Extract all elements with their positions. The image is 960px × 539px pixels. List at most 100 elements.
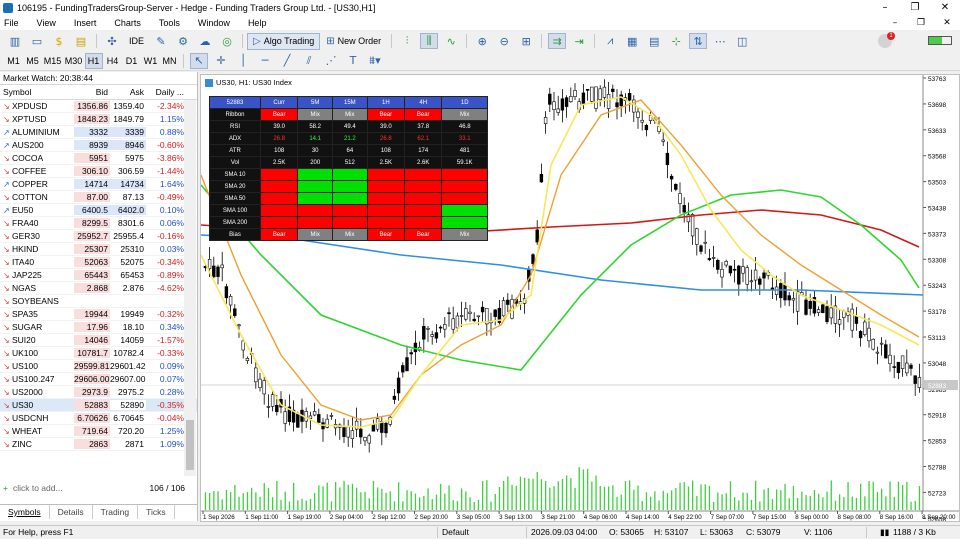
- status-traffic: 1188 / 3 Kb: [893, 527, 936, 537]
- horizontal-line-icon[interactable]: ─: [256, 53, 274, 69]
- market-watch-scrollbar[interactable]: [184, 100, 196, 476]
- menu-view[interactable]: View: [28, 18, 65, 28]
- market-watch-row[interactable]: ↗ EU50 6400.5 6402.0 0.10%: [0, 204, 197, 217]
- strategy-icon[interactable]: ▤: [72, 33, 90, 49]
- timeframe-h4[interactable]: H4: [104, 53, 122, 69]
- market-watch-row[interactable]: ↗ ALUMINIUM 3332 3339 0.88%: [0, 126, 197, 139]
- cursor-icon[interactable]: ↖: [190, 52, 208, 69]
- menu-charts[interactable]: Charts: [105, 18, 150, 28]
- fibonacci-icon[interactable]: ⋰: [322, 53, 340, 69]
- zoom-out-icon[interactable]: ⊖: [495, 33, 513, 49]
- menu-file[interactable]: File: [0, 18, 28, 28]
- timeframe-m5[interactable]: M5: [24, 53, 42, 69]
- market-watch-row[interactable]: ↘ JAP225 65443 65453 -0.89%: [0, 269, 197, 282]
- crosshair-icon[interactable]: ⊹: [667, 33, 685, 49]
- navigator-icon[interactable]: ✣: [103, 33, 121, 49]
- chart-window[interactable]: 53763 53698 53633 53568 53503 53438 53373 53308…: [200, 74, 960, 522]
- chart-shift-icon[interactable]: ⇥: [570, 33, 588, 49]
- new-chart-icon[interactable]: ▥: [6, 33, 24, 49]
- shapes-icon[interactable]: ⩩▾: [366, 53, 384, 69]
- restore-button[interactable]: ❐: [900, 2, 930, 13]
- timeframe-w1[interactable]: W1: [142, 53, 160, 69]
- ide-button[interactable]: IDE: [123, 33, 150, 50]
- market-watch-row[interactable]: ↘ FRA40 8299.5 8301.6 0.06%: [0, 217, 197, 230]
- timeframe-m15[interactable]: M15: [43, 53, 63, 69]
- market-watch-row[interactable]: ↘ UK100 10781.7 10782.4 -0.33%: [0, 347, 197, 360]
- market-watch-row[interactable]: ↘ COTTON 87.00 87.13 -0.49%: [0, 191, 197, 204]
- menu-window[interactable]: Window: [189, 18, 239, 28]
- status-profile[interactable]: Default: [442, 527, 469, 537]
- menu-tools[interactable]: Tools: [150, 18, 189, 28]
- vertical-line-icon[interactable]: │: [234, 53, 252, 69]
- market-watch-row[interactable]: ↘ HKIND 25307 25310 0.03%: [0, 243, 197, 256]
- timeframe-d1[interactable]: D1: [123, 53, 141, 69]
- line-chart-icon[interactable]: ∿: [442, 33, 460, 49]
- market-watch-row[interactable]: ↘ SUGAR 17.96 18.10 0.34%: [0, 321, 197, 334]
- column-daily-change[interactable]: Daily ...: [146, 87, 186, 97]
- script-icon[interactable]: ✎: [152, 33, 170, 49]
- candlestick-icon[interactable]: ⫼: [420, 33, 439, 49]
- column-bid[interactable]: Bid: [74, 87, 110, 97]
- algo-trading-button[interactable]: ▷ Algo Trading: [247, 32, 321, 50]
- one-click-icon[interactable]: ⇅: [689, 33, 708, 49]
- indicators-icon[interactable]: ⩘: [601, 33, 619, 49]
- text-icon[interactable]: T: [344, 53, 362, 69]
- objects-icon[interactable]: ▦: [623, 33, 641, 49]
- tab-ticks[interactable]: Ticks: [138, 505, 175, 519]
- timeframe-m1[interactable]: M1: [5, 53, 23, 69]
- chart-minimize-button[interactable]: –: [882, 18, 908, 28]
- notification-icon[interactable]: 1: [878, 32, 895, 48]
- market-icon[interactable]: $: [50, 33, 68, 49]
- add-symbol-field[interactable]: + click to add...: [0, 483, 150, 493]
- market-watch-row[interactable]: ↘ US2000 2973.9 2975.2 0.28%: [0, 386, 197, 399]
- market-watch-row[interactable]: ↘ US100 29599.81 29601.42 0.09%: [0, 360, 197, 373]
- market-watch-row[interactable]: ↘ XPDUSD 1356.86 1359.40 -2.34%: [0, 100, 197, 113]
- market-watch-row[interactable]: ↘ SPA35 19944 19949 -0.32%: [0, 308, 197, 321]
- chart-close-button[interactable]: ✕: [934, 18, 960, 28]
- chart-restore-button[interactable]: ❐: [908, 18, 934, 28]
- market-watch-row[interactable]: ↘ ZINC 2863 2871 1.09%: [0, 438, 197, 451]
- market-watch-row[interactable]: ↘ WHEAT 719.64 720.20 1.25%: [0, 425, 197, 438]
- market-watch-row[interactable]: ↗ COPPER 14714 14734 1.64%: [0, 178, 197, 191]
- market-watch-row[interactable]: ↘ ITA40 52063 52075 -0.34%: [0, 256, 197, 269]
- market-watch-row[interactable]: ↘ XPTUSD 1848.23 1849.79 1.15%: [0, 113, 197, 126]
- cloud-icon[interactable]: ☁: [196, 33, 214, 49]
- market-watch-row[interactable]: ↘ NGAS 2.868 2.876 -4.62%: [0, 282, 197, 295]
- column-ask[interactable]: Ask: [110, 87, 146, 97]
- timeframe-mn[interactable]: MN: [161, 53, 179, 69]
- auto-scroll-icon[interactable]: ⇉: [548, 33, 567, 49]
- signals-icon[interactable]: ⚙: [174, 33, 192, 49]
- market-watch-row[interactable]: ↘ US100.247 29606.00 29607.00 0.07%: [0, 373, 197, 386]
- tile-windows-icon[interactable]: ⊞: [517, 33, 535, 49]
- market-watch-row[interactable]: ↘ US30 52883 52890 -0.35%: [0, 399, 197, 412]
- market-watch-row[interactable]: ↘ COCOA 5951 5975 -3.86%: [0, 152, 197, 165]
- bar-chart-icon[interactable]: ⫶: [398, 33, 416, 49]
- market-watch-row[interactable]: ↘ USDCNH 6.70626 6.70645 -0.04%: [0, 412, 197, 425]
- crosshair-tool-icon[interactable]: ✛: [212, 53, 230, 69]
- timeframe-h1[interactable]: H1: [84, 52, 103, 69]
- market-watch-row[interactable]: ↘ SUI20 14046 14059 -1.57%: [0, 334, 197, 347]
- new-order-button[interactable]: ⊞ New Order: [320, 33, 387, 50]
- channel-icon[interactable]: ⫽: [300, 53, 318, 69]
- trendline-icon[interactable]: ╱: [278, 53, 296, 69]
- tab-symbols[interactable]: Symbols: [0, 505, 50, 519]
- depth-icon[interactable]: ⋯: [711, 33, 729, 49]
- column-symbol[interactable]: Symbol: [0, 87, 74, 97]
- market-watch-row[interactable]: ↗ AUS200 8939 8946 -0.60%: [0, 139, 197, 152]
- menu-insert[interactable]: Insert: [65, 18, 106, 28]
- close-button[interactable]: ✕: [930, 2, 960, 13]
- minimize-button[interactable]: –: [870, 2, 900, 13]
- market-watch-row[interactable]: ↘ COFFEE 306.10 306.59 -1.44%: [0, 165, 197, 178]
- vps-icon[interactable]: ◎: [218, 33, 236, 49]
- screenshot-icon[interactable]: ◫: [733, 33, 751, 49]
- tab-details[interactable]: Details: [50, 505, 93, 519]
- tab-trading[interactable]: Trading: [93, 505, 139, 519]
- templates-icon[interactable]: ▤: [645, 33, 663, 49]
- market-watch-row[interactable]: ↘ GER30 25952.7 25955.4 -0.16%: [0, 230, 197, 243]
- profiles-icon[interactable]: ▭: [28, 33, 46, 49]
- zoom-in-icon[interactable]: ⊕: [473, 33, 491, 49]
- timeframe-m30[interactable]: M30: [64, 53, 84, 69]
- scrollbar-thumb[interactable]: [186, 420, 194, 470]
- market-watch-row[interactable]: ↘ SOYBEANS: [0, 295, 197, 308]
- menu-help[interactable]: Help: [239, 18, 276, 28]
